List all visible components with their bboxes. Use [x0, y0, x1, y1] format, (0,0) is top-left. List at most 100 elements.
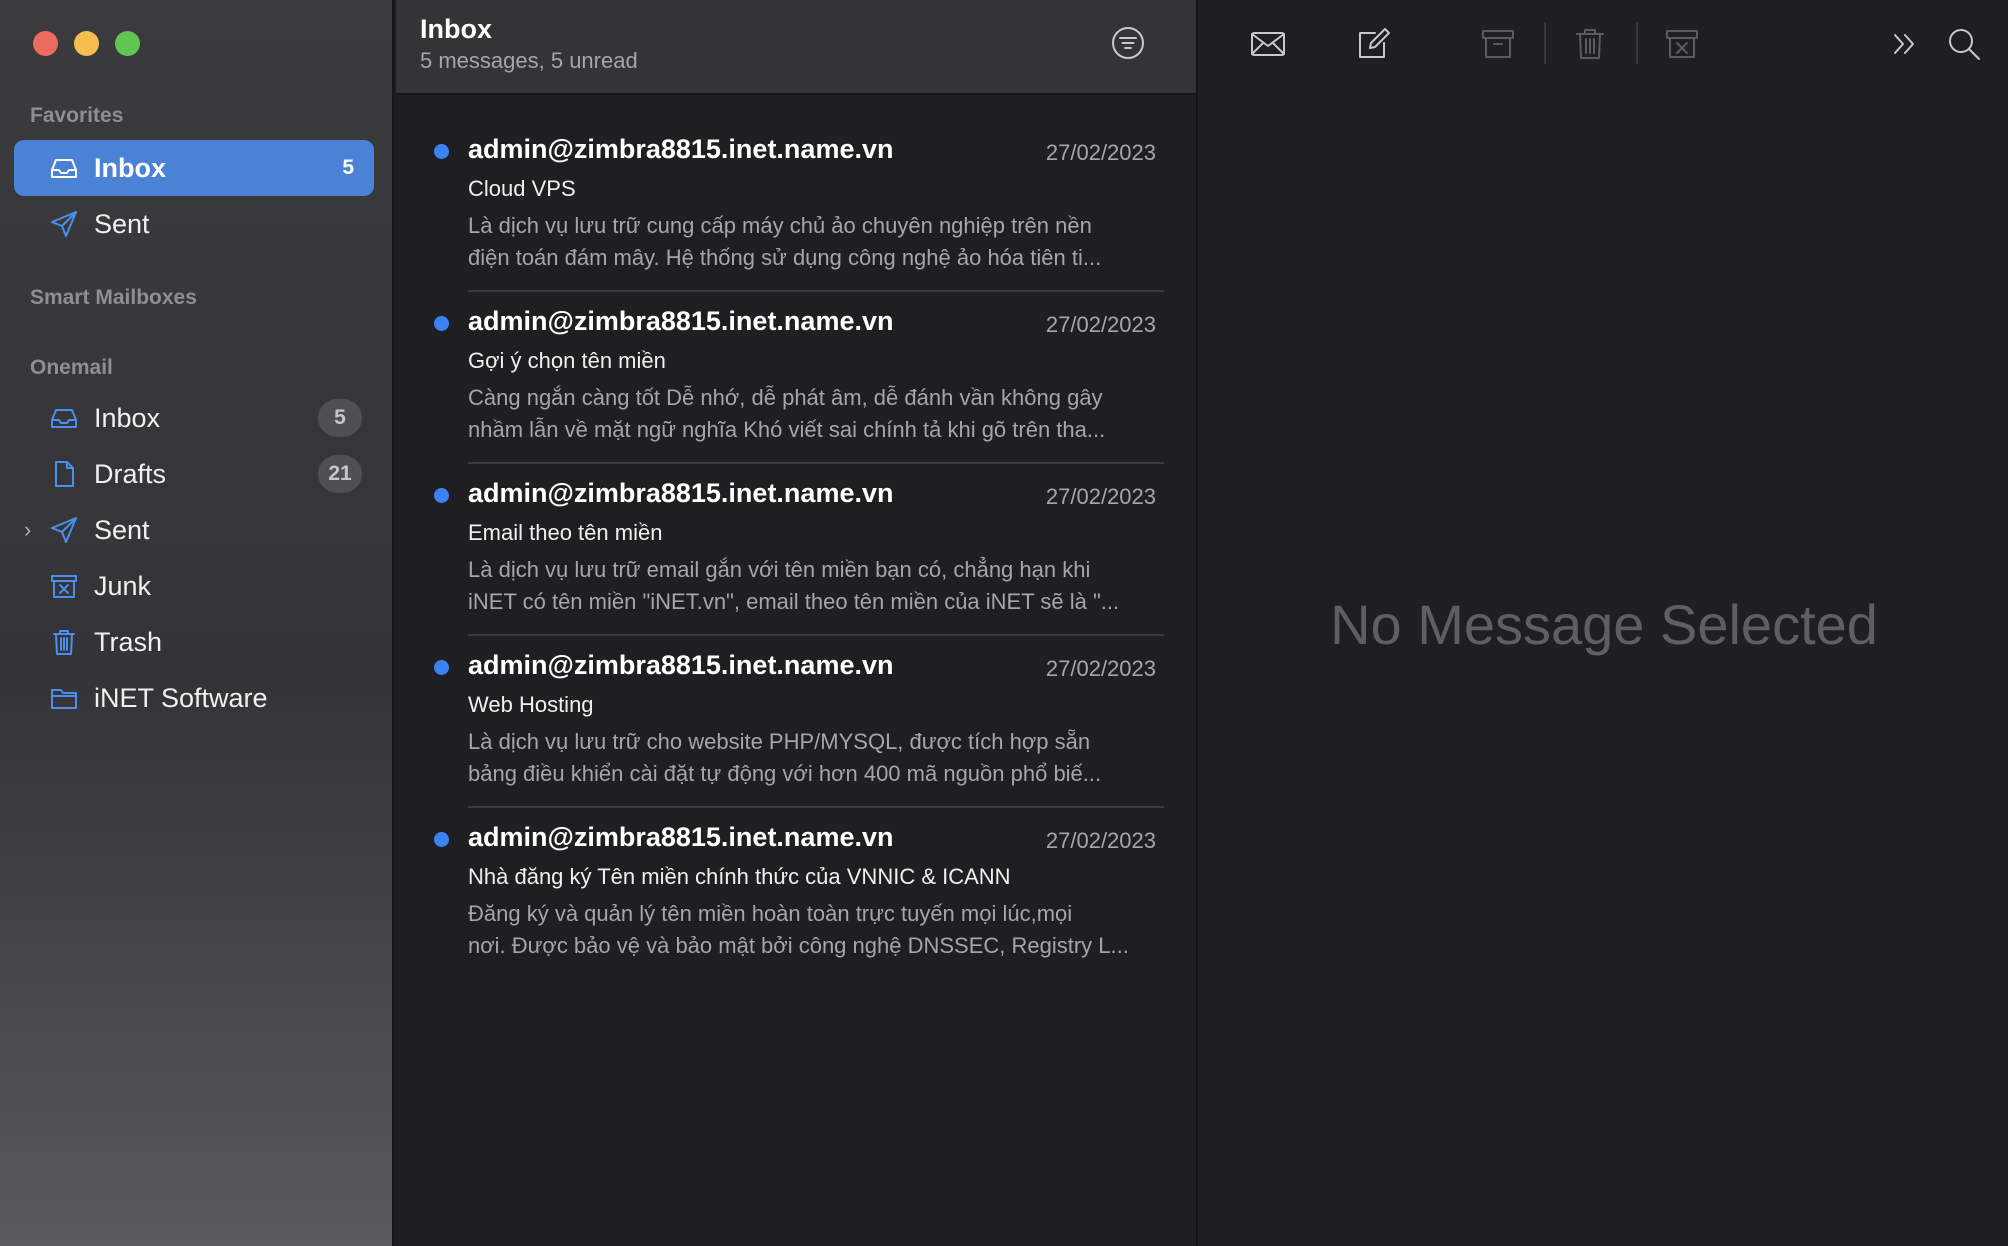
compose-icon [1359, 28, 1390, 58]
message-preview: Là dịch vụ lưu trữ cho website PHP/MYSQL… [468, 726, 1158, 790]
minimize-window-button[interactable] [74, 31, 99, 56]
favorites-section-label: Favorites [30, 104, 124, 127]
message-row[interactable]: admin@zimbra8815.inet.name.vn 27/02/2023… [396, 808, 1196, 980]
sidebar-item-sent[interactable]: › Sent [14, 502, 374, 558]
paper-plane-icon [48, 514, 80, 546]
inbox-tray-icon [48, 402, 80, 434]
message-preview-line: điện toán đám mây. Hệ thống sử dụng công… [468, 245, 1102, 270]
search-icon [1949, 29, 1980, 60]
message-preview: Là dịch vụ lưu trữ email gắn với tên miề… [468, 554, 1158, 618]
archive-box-icon [1482, 30, 1514, 58]
account-section-label[interactable]: Onemail [30, 356, 113, 380]
message-preview: Là dịch vụ lưu trữ cung cấp máy chủ ảo c… [468, 210, 1158, 274]
close-window-button[interactable] [33, 31, 58, 56]
message-preview-line: Đăng ký và quản lý tên miền hoàn toàn tr… [468, 901, 1073, 926]
unread-indicator [434, 144, 449, 159]
unread-indicator [434, 660, 449, 675]
chevron-right-icon[interactable]: › [24, 519, 40, 541]
message-sender: admin@zimbra8815.inet.name.vn [468, 478, 894, 508]
junk-button[interactable] [1660, 22, 1704, 66]
message-date: 27/02/2023 [1045, 656, 1156, 681]
sidebar-item-inbox[interactable]: Inbox 5 [14, 390, 374, 446]
sidebar-item-label: Junk [94, 570, 152, 601]
message-sender: admin@zimbra8815.inet.name.vn [468, 134, 894, 164]
sidebar-item-label: Drafts [94, 458, 167, 489]
zoom-window-button[interactable] [115, 31, 140, 56]
unread-count-badge: 5 [318, 399, 362, 437]
unread-indicator [434, 488, 449, 503]
message-list-header: Inbox 5 messages, 5 unread [396, 0, 1196, 95]
trash-icon [1576, 29, 1604, 59]
message-date: 27/02/2023 [1045, 312, 1156, 337]
reading-pane: No Message Selected [1196, 0, 2008, 1246]
unread-indicator [434, 316, 449, 331]
folder-icon [48, 682, 80, 714]
message-sender: admin@zimbra8815.inet.name.vn [468, 306, 894, 336]
message-sender: admin@zimbra8815.inet.name.vn [468, 650, 894, 680]
message-preview-line: Là dịch vụ lưu trữ cho website PHP/MYSQL… [468, 729, 1091, 754]
junk-bin-icon [48, 570, 80, 602]
mailbox-summary: 5 messages, 5 unread [420, 48, 638, 73]
message-preview-line: Càng ngắn càng tốt Dễ nhớ, dễ phát âm, d… [468, 385, 1103, 410]
message-subject: Gợi ý chọn tên miền [468, 348, 666, 373]
message-subject: Email theo tên miền [468, 520, 663, 545]
sidebar-item-trash[interactable]: Trash [14, 614, 374, 670]
sidebar-item-junk[interactable]: Junk [14, 558, 374, 614]
get-mail-button[interactable] [1246, 22, 1290, 66]
toolbar-divider [1636, 22, 1638, 64]
sidebar-item-label: Inbox [94, 152, 166, 183]
message-row[interactable]: admin@zimbra8815.inet.name.vn 27/02/2023… [396, 464, 1196, 636]
document-icon [48, 458, 80, 490]
message-preview-line: nhầm lẫn về mặt ngữ nghĩa Khó viết sai c… [468, 417, 1106, 442]
message-preview-line: nơi. Được bảo vệ và bảo mật bởi công ngh… [468, 933, 1129, 958]
compose-button[interactable] [1352, 22, 1396, 66]
smart-mailboxes-section-label[interactable]: Smart Mailboxes [30, 286, 197, 310]
message-date: 27/02/2023 [1045, 140, 1156, 165]
message-preview-line: Là dịch vụ lưu trữ cung cấp máy chủ ảo c… [468, 213, 1092, 238]
inbox-tray-icon [48, 152, 80, 184]
sidebar-item-label: Inbox [94, 402, 161, 433]
message-subject: Web Hosting [468, 692, 594, 717]
draft-count-badge: 21 [318, 455, 362, 493]
paper-plane-icon [48, 208, 80, 240]
message-preview-line: Là dịch vụ lưu trữ email gắn với tên miề… [468, 557, 1091, 582]
sidebar-item-label: Sent [94, 514, 150, 545]
message-preview: Đăng ký và quản lý tên miền hoàn toàn tr… [468, 898, 1158, 962]
sidebar-item-label: Trash [94, 626, 163, 657]
unread-count: 5 [342, 156, 354, 179]
message-preview-line: bảng điều khiển cài đặt tự động với hơn … [468, 761, 1102, 786]
message-subject: Nhà đăng ký Tên miền chính thức của VNNI… [468, 864, 1011, 889]
message-list-pane: Inbox 5 messages, 5 unread admin@zimbra8… [396, 0, 1196, 1246]
envelope-icon [1251, 32, 1285, 56]
message-row[interactable]: admin@zimbra8815.inet.name.vn 27/02/2023… [396, 292, 1196, 464]
message-preview-line: iNET có tên miền "iNET.vn", email theo t… [468, 589, 1120, 614]
message-date: 27/02/2023 [1045, 828, 1156, 853]
sidebar-item-drafts[interactable]: Drafts 21 [14, 446, 374, 502]
sidebar-item-label: iNET Software [94, 682, 268, 713]
trash-icon [48, 626, 80, 658]
message-subject: Cloud VPS [468, 176, 576, 201]
double-chevron-right-icon [1894, 34, 1914, 54]
message-row[interactable]: admin@zimbra8815.inet.name.vn 27/02/2023… [396, 120, 1196, 292]
search-button[interactable] [1942, 22, 1986, 66]
sidebar-item-favorites-inbox[interactable]: Inbox 5 [14, 140, 374, 196]
junk-bin-icon [1666, 30, 1698, 58]
message-preview: Càng ngắn càng tốt Dễ nhớ, dễ phát âm, d… [468, 382, 1158, 446]
no-message-selected-placeholder: No Message Selected [1330, 593, 1878, 656]
sidebar-item-favorites-sent[interactable]: Sent [14, 196, 374, 252]
more-toolbar-items-button[interactable] [1882, 22, 1926, 66]
toolbar-divider [1544, 22, 1546, 64]
delete-button[interactable] [1568, 22, 1612, 66]
sidebar-item-inet-software[interactable]: iNET Software [14, 670, 374, 726]
sidebar-item-label: Sent [94, 208, 150, 239]
window-controls [33, 31, 140, 56]
message-row[interactable]: admin@zimbra8815.inet.name.vn 27/02/2023… [396, 636, 1196, 808]
message-date: 27/02/2023 [1045, 484, 1156, 509]
filter-button[interactable] [1110, 25, 1146, 61]
archive-button[interactable] [1476, 22, 1520, 66]
sidebar: Favorites Inbox 5 Sent Smart Mailboxes O… [0, 0, 394, 1246]
unread-indicator [434, 832, 449, 847]
mailbox-title: Inbox [420, 14, 492, 44]
message-sender: admin@zimbra8815.inet.name.vn [468, 822, 894, 852]
filter-icon [1112, 27, 1144, 59]
